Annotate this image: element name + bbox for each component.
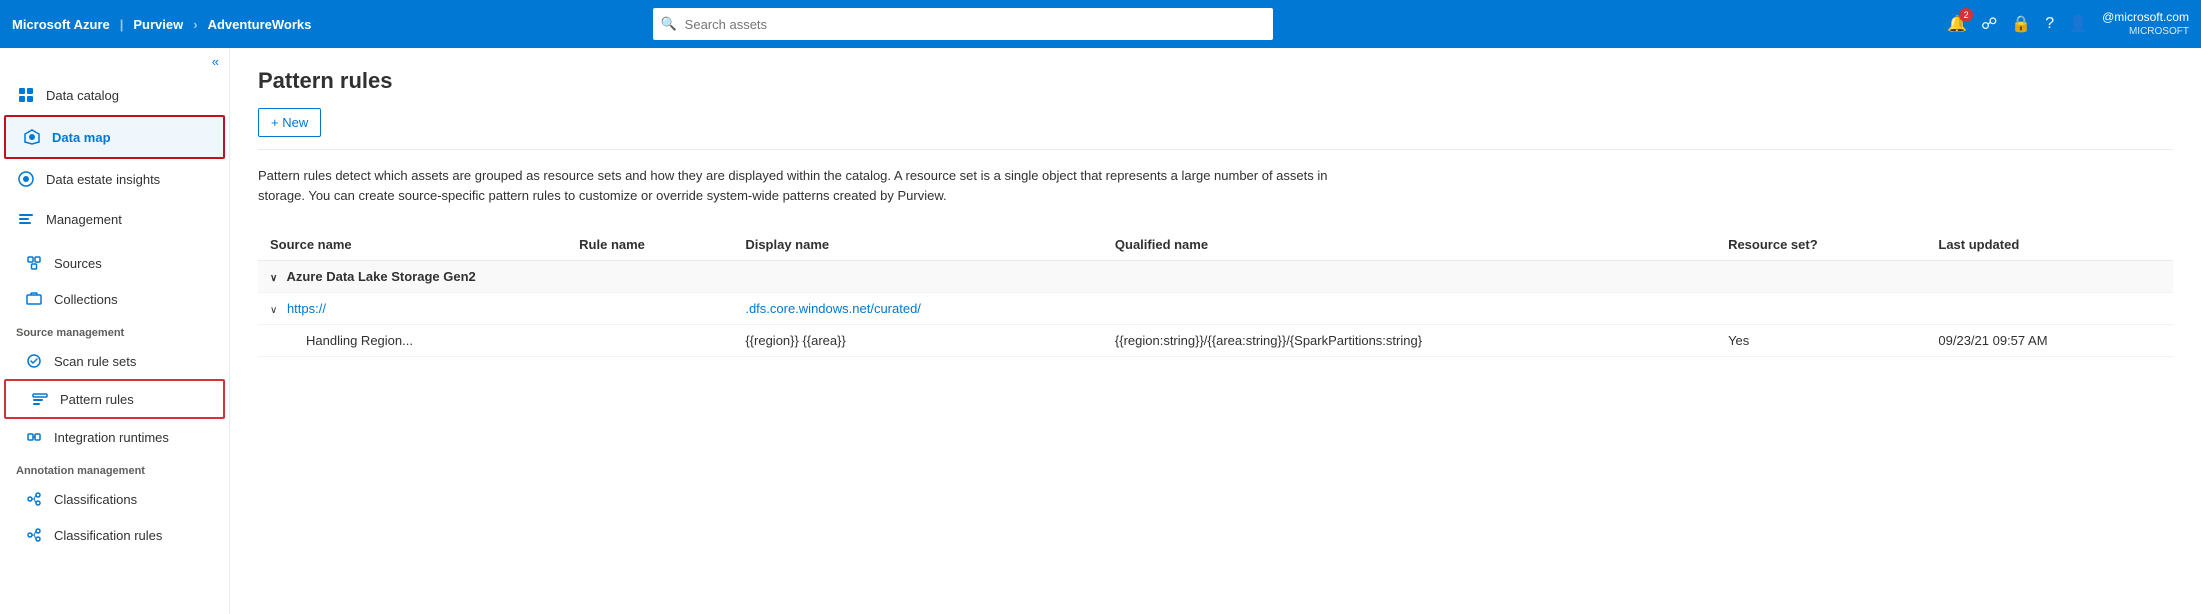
data-catalog-icon bbox=[16, 85, 36, 105]
table-header-row: Source name Rule name Display name Quali… bbox=[258, 229, 2173, 261]
sidebar-item-sources[interactable]: Sources bbox=[0, 245, 229, 281]
col-source-name: Source name bbox=[258, 229, 567, 261]
source-url-suffix-cell: .dfs.core.windows.net/curated/ bbox=[733, 293, 1103, 325]
annotation-management-section-label: Annotation management bbox=[0, 455, 229, 481]
source-management-section-label: Source management bbox=[0, 317, 229, 343]
notifications-button[interactable]: 🔔 2 bbox=[1947, 14, 1967, 34]
source-url-suffix-link[interactable]: .dfs.core.windows.net/curated/ bbox=[745, 301, 921, 316]
source-url-row: ∨ https:// .dfs.core.windows.net/curated… bbox=[258, 293, 2173, 325]
sidebar-item-classification-rules[interactable]: Classification rules bbox=[0, 517, 229, 553]
table-row: Handling Region... {{region}} {{area}} {… bbox=[258, 325, 2173, 357]
classifications-label: Classifications bbox=[54, 492, 137, 507]
topbar-icons-area: 🔔 2 ☍ 🔒 ? 👤 @microsoft.com MICROSOFT bbox=[1947, 10, 2189, 39]
collections-label: Collections bbox=[54, 292, 118, 307]
scan-rule-sets-label: Scan rule sets bbox=[54, 354, 136, 369]
classification-rules-icon bbox=[24, 525, 44, 545]
sidebar-item-integration-runtimes[interactable]: Integration runtimes bbox=[0, 419, 229, 455]
data-map-label: Data map bbox=[52, 130, 111, 145]
search-input[interactable] bbox=[653, 8, 1273, 40]
user-org-label: MICROSOFT bbox=[2129, 25, 2189, 38]
sidebar: « Data catalog Data map bbox=[0, 48, 230, 614]
purview-label[interactable]: Purview bbox=[133, 17, 183, 32]
sidebar-item-pattern-rules[interactable]: Pattern rules bbox=[4, 379, 225, 419]
sidebar-item-data-map[interactable]: Data map bbox=[4, 115, 225, 159]
source-url-cell: ∨ https:// bbox=[258, 293, 733, 325]
collections-icon bbox=[24, 289, 44, 309]
col-last-updated: Last updated bbox=[1926, 229, 2173, 261]
chevron-down-icon-sub: ∨ bbox=[270, 305, 277, 316]
cell-last-updated: 09/23/21 09:57 AM bbox=[1926, 325, 2173, 357]
data-map-icon bbox=[22, 127, 42, 147]
data-estate-insights-icon bbox=[16, 169, 36, 189]
feedback-icon: 👤 bbox=[2068, 14, 2088, 34]
feedback-button[interactable]: 👤 bbox=[2068, 14, 2088, 34]
sources-label: Sources bbox=[54, 256, 102, 271]
breadcrumb-arrow: › bbox=[193, 17, 197, 32]
cell-rule-name bbox=[567, 325, 733, 357]
monitor-icon: ☍ bbox=[1981, 14, 1997, 34]
integration-runtimes-icon bbox=[24, 427, 44, 447]
management-label: Management bbox=[46, 212, 122, 227]
scan-rule-sets-icon bbox=[24, 351, 44, 371]
brand-area: Microsoft Azure | Purview › AdventureWor… bbox=[12, 17, 311, 32]
search-icon: 🔍 bbox=[661, 16, 677, 32]
classifications-icon bbox=[24, 489, 44, 509]
topbar: Microsoft Azure | Purview › AdventureWor… bbox=[0, 0, 2201, 48]
data-catalog-label: Data catalog bbox=[46, 88, 119, 103]
group-name-adls[interactable]: ∨ Azure Data Lake Storage Gen2 bbox=[258, 261, 2173, 293]
management-icon bbox=[16, 209, 36, 229]
help-button[interactable]: ? bbox=[2045, 15, 2054, 33]
sidebar-item-data-catalog[interactable]: Data catalog bbox=[0, 75, 229, 115]
sidebar-item-collections[interactable]: Collections bbox=[0, 281, 229, 317]
sidebar-item-classifications[interactable]: Classifications bbox=[0, 481, 229, 517]
integration-runtimes-label: Integration runtimes bbox=[54, 430, 169, 445]
workspace-label[interactable]: AdventureWorks bbox=[208, 17, 312, 32]
col-resource-set: Resource set? bbox=[1716, 229, 1926, 261]
new-button[interactable]: + New bbox=[258, 108, 321, 137]
cell-qualified-name: {{region:string}}/{{area:string}}/{Spark… bbox=[1103, 325, 1716, 357]
classification-rules-label: Classification rules bbox=[54, 528, 162, 543]
sources-icon bbox=[24, 253, 44, 273]
bell-icon: 🔒 bbox=[2011, 14, 2031, 34]
empty-cell-3 bbox=[1926, 293, 2173, 325]
settings-button[interactable]: ☍ bbox=[1981, 14, 1997, 34]
user-menu[interactable]: @microsoft.com MICROSOFT bbox=[2102, 10, 2189, 39]
pattern-rules-label: Pattern rules bbox=[60, 392, 134, 407]
sidebar-item-data-estate-insights[interactable]: Data estate insights bbox=[0, 159, 229, 199]
main-content: Pattern rules + New Pattern rules detect… bbox=[230, 48, 2201, 614]
description-text: Pattern rules detect which assets are gr… bbox=[258, 166, 1358, 205]
cell-display-name: {{region}} {{area}} bbox=[733, 325, 1103, 357]
col-display-name: Display name bbox=[733, 229, 1103, 261]
col-rule-name: Rule name bbox=[567, 229, 733, 261]
empty-cell-1 bbox=[1103, 293, 1716, 325]
microsoft-azure-label: Microsoft Azure bbox=[12, 17, 110, 32]
source-url-link[interactable]: https:// bbox=[287, 301, 326, 316]
main-layout: « Data catalog Data map bbox=[0, 48, 2201, 614]
brand-separator: | bbox=[120, 17, 124, 32]
pattern-rules-icon bbox=[30, 389, 50, 409]
empty-cell-2 bbox=[1716, 293, 1926, 325]
sidebar-item-scan-rule-sets[interactable]: Scan rule sets bbox=[0, 343, 229, 379]
cell-source-name: Handling Region... bbox=[258, 325, 567, 357]
group-row-adls: ∨ Azure Data Lake Storage Gen2 bbox=[258, 261, 2173, 293]
notification-badge: 2 bbox=[1959, 8, 1973, 22]
data-table: Source name Rule name Display name Quali… bbox=[258, 229, 2173, 357]
search-container: 🔍 bbox=[653, 8, 1273, 40]
collapse-button[interactable]: « bbox=[0, 48, 229, 75]
chevron-down-icon: ∨ bbox=[270, 273, 277, 284]
question-icon: ? bbox=[2045, 15, 2054, 33]
page-title: Pattern rules bbox=[258, 68, 2173, 94]
bell-button[interactable]: 🔒 bbox=[2011, 14, 2031, 34]
cell-resource-set: Yes bbox=[1716, 325, 1926, 357]
sidebar-item-management[interactable]: Management bbox=[0, 199, 229, 239]
toolbar: + New bbox=[258, 108, 2173, 150]
user-email-label: @microsoft.com bbox=[2102, 10, 2189, 26]
data-estate-insights-label: Data estate insights bbox=[46, 172, 160, 187]
col-qualified-name: Qualified name bbox=[1103, 229, 1716, 261]
